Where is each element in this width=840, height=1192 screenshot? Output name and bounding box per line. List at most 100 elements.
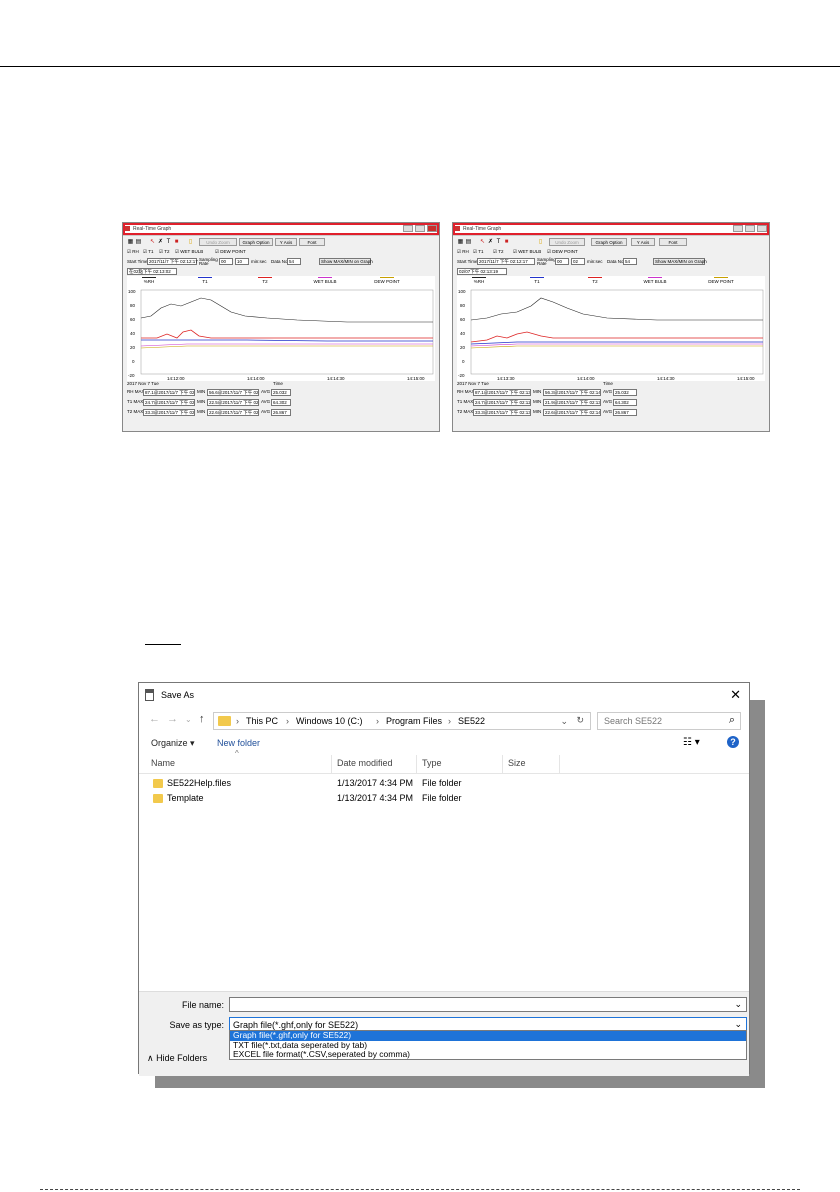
forward-arrow-icon[interactable]: → (167, 713, 178, 725)
refresh-icon[interactable]: ↻ (576, 715, 584, 726)
marker-icon[interactable]: ✗ (487, 239, 494, 245)
stat-min: 22.6@2017/11/7 下午 02:13:5 (207, 409, 259, 416)
text-icon[interactable]: T (495, 239, 502, 245)
stats-row-t2: T2 MAX 33.3@2017/11/7 下午 02:13:3 MIN 22.… (127, 409, 435, 417)
toolbar: ▦ ▤ ↖ ✗ T ■ ▯ Undo Zoom Graph Option Y A… (457, 238, 765, 247)
column-divider[interactable] (502, 755, 503, 773)
rate-seconds-select[interactable]: 02 (571, 258, 585, 265)
stats-row-t1: T1 MAX 24.7@2017/11/7 下午 02:12:4 MIN 21.… (457, 399, 765, 407)
close-button[interactable] (427, 225, 437, 232)
search-input[interactable]: Search SE522 ⌕ (597, 712, 741, 730)
navigation-bar: ← → ⌄ ↑ › This PC › Windows 10 (C:) › Pr… (139, 711, 749, 731)
hide-folders-button[interactable]: ∧ Hide Folders (147, 1053, 207, 1064)
text-icon[interactable]: T (165, 239, 172, 245)
help-icon[interactable]: ? (727, 736, 739, 748)
column-divider[interactable] (416, 755, 417, 773)
legend-t1: T1 (185, 277, 225, 284)
chevron-down-icon[interactable]: ⌄ (734, 999, 742, 1010)
column-divider[interactable] (559, 755, 560, 773)
maximize-button[interactable] (745, 225, 755, 232)
new-folder-button[interactable]: New folder (217, 738, 260, 748)
y-axis-button[interactable]: Y Axis (631, 238, 655, 246)
crumb-this-pc[interactable]: This PC (246, 716, 278, 726)
minimize-button[interactable] (733, 225, 743, 232)
start-time-field[interactable]: 2017/11/7 下午 02:12:17 (477, 258, 535, 265)
font-button[interactable]: Font (659, 238, 687, 246)
column-divider[interactable] (331, 755, 332, 773)
check-wet-bulb[interactable]: ☑ WET BULB (175, 249, 203, 255)
check-dew-point[interactable]: ☑ DEW POINT (215, 249, 246, 255)
marker-icon[interactable]: ✗ (157, 239, 164, 245)
new-icon[interactable]: ▯ (537, 239, 544, 245)
undo-zoom-button[interactable]: Undo Zoom (549, 238, 585, 246)
chart-icon[interactable]: ▦ (127, 239, 134, 245)
recent-chevron-icon[interactable]: ⌄ (185, 715, 192, 724)
check-rh[interactable]: ☑ RH (127, 249, 139, 255)
organize-button[interactable]: Organize ▾ (151, 738, 195, 749)
up-arrow-icon[interactable]: ↑ (199, 713, 205, 725)
y-tick: 20 (130, 345, 136, 350)
legend-rh: %RH (142, 277, 156, 284)
grid-icon[interactable]: ▤ (465, 239, 472, 245)
crumb-se522[interactable]: SE522 (458, 716, 485, 726)
address-bar[interactable]: › This PC › Windows 10 (C:) › Program Fi… (213, 712, 591, 730)
check-rh[interactable]: ☑ RH (457, 249, 469, 255)
check-t1[interactable]: ☑ T1 (473, 249, 483, 255)
cursor-icon[interactable]: ↖ (149, 239, 156, 245)
chevron-down-icon[interactable]: ⌄ (734, 1019, 742, 1030)
check-t2[interactable]: ☑ T2 (493, 249, 503, 255)
list-item[interactable]: Template 1/13/2017 4:34 PM File folder (139, 792, 749, 806)
rate-minutes-select[interactable]: 00 (555, 258, 569, 265)
min-label: MIN (197, 409, 206, 414)
file-name-input[interactable]: ⌄ (229, 997, 747, 1012)
y-axis-labels: 100 80 60 40 20 0 -20 (458, 289, 466, 378)
check-t2[interactable]: ☑ T2 (159, 249, 169, 255)
check-wet-bulb[interactable]: ☑ WET BULB (513, 249, 541, 255)
column-name[interactable]: Name (151, 758, 175, 768)
close-icon[interactable]: ✕ (730, 687, 741, 703)
check-dew-point[interactable]: ☑ DEW POINT (547, 249, 578, 255)
show-maxmin-button[interactable]: Show MAX/MIN on Graph (653, 258, 707, 265)
new-icon[interactable]: ▯ (187, 239, 194, 245)
crumb-program-files[interactable]: Program Files (386, 716, 442, 726)
column-size[interactable]: Size (508, 758, 526, 768)
option-excel-file[interactable]: EXCEL file format(*.CSV,seperated by com… (230, 1049, 746, 1060)
graph-option-button[interactable]: Graph Option (591, 238, 627, 246)
chart-icon[interactable]: ▦ (457, 239, 464, 245)
view-options-icon[interactable]: ☷ ▾ (683, 737, 700, 748)
back-arrow-icon[interactable]: ← (149, 713, 160, 725)
graph-option-button[interactable]: Graph Option (239, 238, 273, 246)
minimize-button[interactable] (403, 225, 413, 232)
data-no-field[interactable]: 54 (623, 258, 637, 265)
start-time-field[interactable]: 2017/11/7 下午 02:12:17 (147, 258, 198, 265)
data-no-field[interactable]: 54 (287, 258, 301, 265)
legend-rh: %RH (472, 277, 486, 284)
flag-icon[interactable]: ■ (173, 239, 180, 245)
stat-avg: 26.867 (613, 409, 637, 416)
rate-minutes-select[interactable]: 00 (219, 258, 233, 265)
graph-plot[interactable]: 100 80 60 40 20 0 -20 14:12:00 14:14:00 … (127, 286, 435, 381)
undo-zoom-button[interactable]: Undo Zoom (199, 238, 237, 246)
legend: %RH T1 T2 WET BULB DEW POINT (457, 276, 765, 286)
crumb-windows[interactable]: Windows 10 (C:) (296, 716, 363, 726)
stat-avg: 25.032 (271, 389, 291, 396)
rate-seconds-select[interactable]: 10 (235, 258, 249, 265)
stat-label: T2 MAX (457, 409, 474, 414)
font-button[interactable]: Font (299, 238, 325, 246)
flag-icon[interactable]: ■ (503, 239, 510, 245)
check-t1[interactable]: ☑ T1 (143, 249, 153, 255)
graph-plot[interactable]: 100 80 60 40 20 0 -20 14:13:30 14:14:00 … (457, 286, 765, 381)
y-axis-button[interactable]: Y Axis (275, 238, 297, 246)
column-type[interactable]: Type (422, 758, 442, 768)
column-date-modified[interactable]: Date modified (337, 758, 393, 768)
list-item[interactable]: SE522Help.files 1/13/2017 4:34 PM File f… (139, 777, 749, 791)
show-maxmin-button[interactable]: Show MAX/MIN on Graph (319, 258, 373, 265)
close-button[interactable] (757, 225, 767, 232)
cursor-icon[interactable]: ↖ (479, 239, 486, 245)
save-type-options: Graph file(*.ghf,only for SE522) TXT fil… (229, 1030, 747, 1060)
chevron-down-icon[interactable]: ⌄ (560, 716, 568, 727)
maximize-button[interactable] (415, 225, 425, 232)
sampling-rate-label: Sampling Rate (537, 257, 556, 266)
dialog-title: Save As (161, 690, 195, 700)
grid-icon[interactable]: ▤ (135, 239, 142, 245)
